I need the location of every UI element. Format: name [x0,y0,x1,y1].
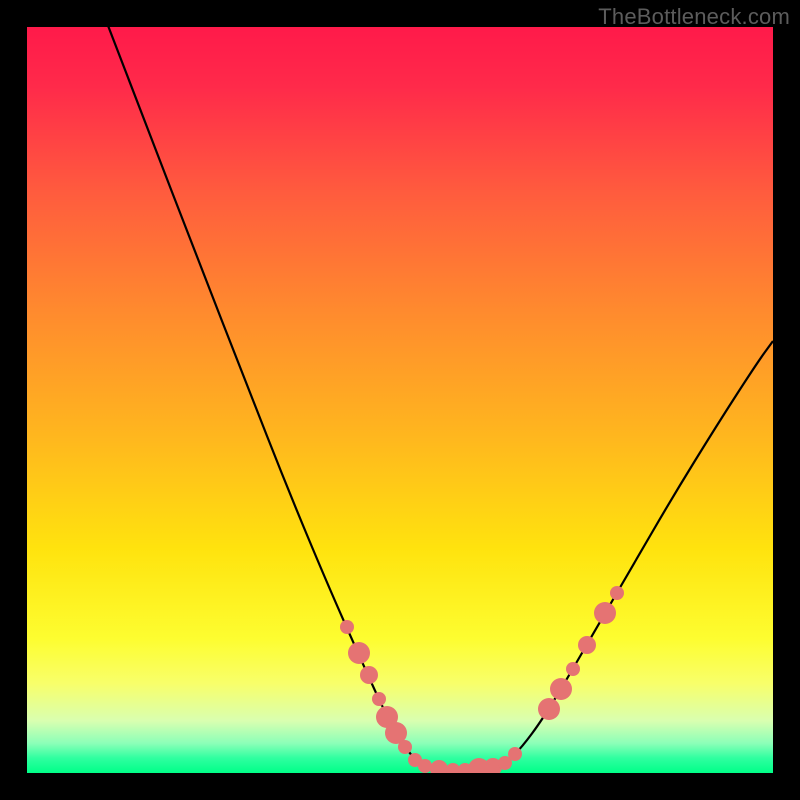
data-marker [594,602,616,624]
data-marker [398,740,412,754]
data-marker [340,620,354,634]
data-marker [508,747,522,761]
data-marker [566,662,580,676]
chart-frame [27,27,773,773]
data-marker [550,678,572,700]
data-marker [360,666,378,684]
data-marker [610,586,624,600]
data-marker [538,698,560,720]
curve-path [97,27,773,770]
bottleneck-curve [27,27,773,773]
data-marker [578,636,596,654]
data-marker [372,692,386,706]
data-marker [348,642,370,664]
